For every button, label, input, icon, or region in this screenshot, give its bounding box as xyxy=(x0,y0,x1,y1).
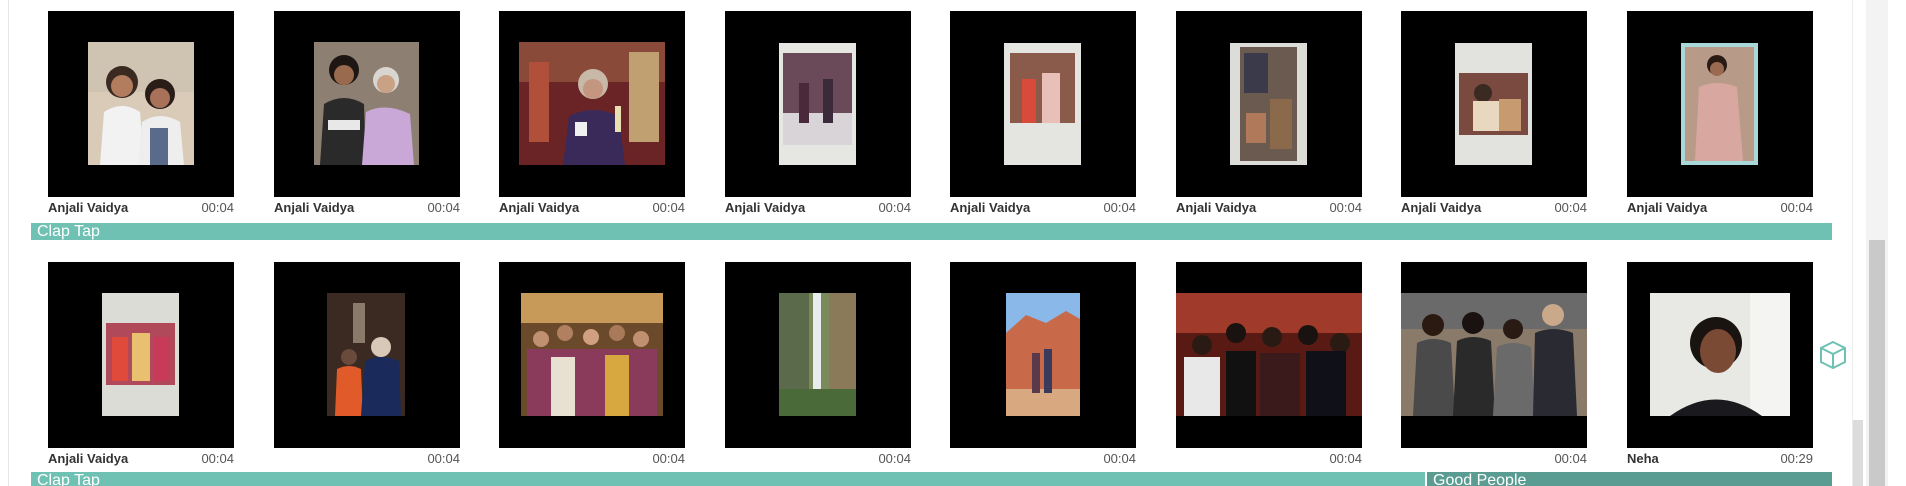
clip-photo xyxy=(88,42,194,165)
clip-meta: 00:04 xyxy=(499,448,685,470)
cube-icon[interactable] xyxy=(1818,339,1848,371)
clip-duration: 00:04 xyxy=(1103,451,1136,466)
clip-photo xyxy=(1004,43,1081,165)
storyboard-canvas: Anjali Vaidya 00:04 Anjali Vaidya 00:04 … xyxy=(0,0,1906,486)
clip-photo xyxy=(1650,293,1790,416)
clip-thumbnail[interactable] xyxy=(1176,11,1362,197)
clip-thumbnail[interactable] xyxy=(725,11,911,197)
clip-duration: 00:04 xyxy=(878,451,911,466)
clip-meta: Anjali Vaidya 00:04 xyxy=(1176,197,1362,219)
clip-thumbnail[interactable] xyxy=(1627,262,1813,448)
inner-scrollbar-thumb[interactable] xyxy=(1853,420,1863,486)
clip-tile[interactable]: Anjali Vaidya 00:04 xyxy=(48,262,234,470)
clip-thumbnail[interactable] xyxy=(48,262,234,448)
clip-meta: Anjali Vaidya 00:04 xyxy=(1401,197,1587,219)
left-divider xyxy=(8,0,9,486)
clip-photo xyxy=(1230,43,1307,165)
clip-meta: Anjali Vaidya 00:04 xyxy=(1627,197,1813,219)
clip-thumbnail[interactable] xyxy=(48,11,234,197)
clip-meta: 00:04 xyxy=(1176,448,1362,470)
clip-photo xyxy=(779,43,856,165)
audio-track-bar[interactable]: Clap Tap xyxy=(31,223,1832,240)
clip-author: Anjali Vaidya xyxy=(48,200,129,215)
clip-duration: 00:29 xyxy=(1780,451,1813,466)
clip-photo xyxy=(327,293,405,416)
clip-meta: 00:04 xyxy=(950,448,1136,470)
clip-meta: Anjali Vaidya 00:04 xyxy=(48,448,234,470)
clip-author: Anjali Vaidya xyxy=(1401,200,1482,215)
clip-duration: 00:04 xyxy=(427,451,460,466)
clip-thumbnail[interactable] xyxy=(1401,262,1587,448)
clip-thumbnail[interactable] xyxy=(950,262,1136,448)
clip-meta: 00:04 xyxy=(274,448,460,470)
clip-tile[interactable]: Anjali Vaidya 00:04 xyxy=(1401,11,1587,219)
audio-track-bar[interactable]: Clap Tap xyxy=(31,472,1425,486)
clip-thumbnail[interactable] xyxy=(1627,11,1813,197)
clip-thumbnail[interactable] xyxy=(274,262,460,448)
clip-meta: Anjali Vaidya 00:04 xyxy=(950,197,1136,219)
clip-tile[interactable]: 00:04 xyxy=(1176,262,1362,470)
audio-track-bar[interactable]: Good People xyxy=(1427,472,1832,486)
clip-author: Anjali Vaidya xyxy=(950,200,1031,215)
clip-tile[interactable]: 00:04 xyxy=(725,262,911,470)
clip-photo xyxy=(102,293,179,416)
clip-duration: 00:04 xyxy=(1554,451,1587,466)
clip-thumbnail[interactable] xyxy=(274,11,460,197)
clip-thumbnail[interactable] xyxy=(499,11,685,197)
clip-duration: 00:04 xyxy=(201,451,234,466)
clip-meta: Neha 00:29 xyxy=(1627,448,1813,470)
clip-tile[interactable]: Anjali Vaidya 00:04 xyxy=(499,11,685,219)
clip-author: Neha xyxy=(1627,451,1659,466)
clip-duration: 00:04 xyxy=(1780,200,1813,215)
clip-photo xyxy=(1681,43,1758,165)
clip-photo xyxy=(1176,293,1362,416)
clip-duration: 00:04 xyxy=(1329,200,1362,215)
clip-thumbnail[interactable] xyxy=(725,262,911,448)
clip-meta: Anjali Vaidya 00:04 xyxy=(48,197,234,219)
clip-meta: Anjali Vaidya 00:04 xyxy=(274,197,460,219)
clip-author: Anjali Vaidya xyxy=(48,451,129,466)
clip-photo xyxy=(519,42,665,165)
clip-tile[interactable]: 00:04 xyxy=(499,262,685,470)
clip-author: Anjali Vaidya xyxy=(499,200,580,215)
clip-tile[interactable]: Neha 00:29 xyxy=(1627,262,1813,470)
clip-duration: 00:04 xyxy=(1554,200,1587,215)
clip-tile[interactable]: 00:04 xyxy=(950,262,1136,470)
scrollbar-thumb[interactable] xyxy=(1869,240,1885,486)
clip-tile[interactable]: 00:04 xyxy=(1401,262,1587,470)
clip-meta: Anjali Vaidya 00:04 xyxy=(499,197,685,219)
clip-duration: 00:04 xyxy=(652,200,685,215)
clip-photo xyxy=(521,293,663,416)
clip-thumbnail[interactable] xyxy=(499,262,685,448)
clip-tile[interactable]: 00:04 xyxy=(274,262,460,470)
clip-tile[interactable]: Anjali Vaidya 00:04 xyxy=(1176,11,1362,219)
clip-author: Anjali Vaidya xyxy=(1176,200,1257,215)
clip-duration: 00:04 xyxy=(1103,200,1136,215)
clip-photo xyxy=(1006,293,1080,416)
clip-tile[interactable]: Anjali Vaidya 00:04 xyxy=(950,11,1136,219)
clip-thumbnail[interactable] xyxy=(1401,11,1587,197)
clip-duration: 00:04 xyxy=(1329,451,1362,466)
clip-tile[interactable]: Anjali Vaidya 00:04 xyxy=(725,11,911,219)
clip-duration: 00:04 xyxy=(652,451,685,466)
clip-duration: 00:04 xyxy=(878,200,911,215)
clip-duration: 00:04 xyxy=(427,200,460,215)
clip-meta: 00:04 xyxy=(725,448,911,470)
clip-tile[interactable]: Anjali Vaidya 00:04 xyxy=(1627,11,1813,219)
clip-thumbnail[interactable] xyxy=(950,11,1136,197)
clip-author: Anjali Vaidya xyxy=(725,200,806,215)
clip-photo xyxy=(779,293,856,416)
clip-thumbnail[interactable] xyxy=(1176,262,1362,448)
clip-author: Anjali Vaidya xyxy=(1627,200,1708,215)
clip-photo xyxy=(1455,43,1532,165)
clip-author: Anjali Vaidya xyxy=(274,200,355,215)
clip-meta: Anjali Vaidya 00:04 xyxy=(725,197,911,219)
clip-photo xyxy=(1401,293,1587,416)
clip-tile[interactable]: Anjali Vaidya 00:04 xyxy=(48,11,234,219)
clip-tile[interactable]: Anjali Vaidya 00:04 xyxy=(274,11,460,219)
clip-duration: 00:04 xyxy=(201,200,234,215)
clip-meta: 00:04 xyxy=(1401,448,1587,470)
clip-photo xyxy=(314,42,419,165)
